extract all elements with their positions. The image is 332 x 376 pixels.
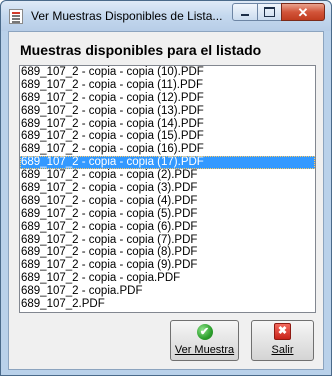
list-item[interactable]: 689_107_2.PDF	[20, 298, 315, 311]
close-icon: ✕	[297, 4, 309, 20]
list-item[interactable]: 689_107_2 - copia - copia (7).PDF	[20, 234, 315, 247]
window-title: Ver Muestras Disponibles de Lista...	[31, 9, 223, 23]
list-item[interactable]: 689_107_2 - copia - copia (16).PDF	[20, 143, 315, 156]
list-item[interactable]: 689_107_2 - copia - copia (6).PDF	[20, 221, 315, 234]
dialog-body: Muestras disponibles para el listado 689…	[8, 31, 324, 370]
list-item[interactable]: 689_107_2 - copia - copia (3).PDF	[20, 182, 315, 195]
list-item[interactable]: 689_107_2 - copia - copia (15).PDF	[20, 130, 315, 143]
list-item[interactable]: 689_107_2 - copia - copia (10).PDF	[20, 66, 315, 79]
samples-listbox[interactable]: 689_107_2 - copia - copia (10).PDF 689_10…	[19, 65, 316, 313]
dialog-window: Ver Muestras Disponibles de Lista... ✕ M…	[0, 0, 332, 376]
list-item[interactable]: 689_107_2 - copia - copia (5).PDF	[20, 208, 315, 221]
list-item[interactable]: 689_107_2 - copia.PDF	[20, 285, 315, 298]
exit-button[interactable]: ✖ Salir	[251, 320, 314, 361]
exit-label: Salir	[271, 344, 294, 356]
list-item[interactable]: 689_107_2 - copia - copia (9).PDF	[20, 259, 315, 272]
list-item[interactable]: 689_107_2 - copia - copia (14).PDF	[20, 118, 315, 131]
list-item[interactable]: 689_107_2 - copia - copia (17).PDF	[20, 156, 315, 170]
list-heading: Muestras disponibles para el listado	[20, 42, 262, 58]
close-button[interactable]: ✕	[281, 3, 325, 21]
title-bar[interactable]: Ver Muestras Disponibles de Lista... ✕	[1, 1, 331, 31]
list-item[interactable]: 689_107_2 - copia - copia.PDF	[20, 272, 315, 285]
minimize-button[interactable]	[232, 3, 258, 21]
maximize-button[interactable]	[257, 3, 282, 21]
list-item[interactable]: 689_107_2 - copia - copia (2).PDF	[20, 169, 315, 182]
view-sample-button[interactable]: ✔ Ver Muestra	[170, 320, 239, 361]
x-icon: ✖	[274, 323, 291, 340]
list-item[interactable]: 689_107_2 - copia - copia (13).PDF	[20, 105, 315, 118]
minimize-icon	[241, 14, 249, 16]
list-item[interactable]: 689_107_2 - copia - copia (4).PDF	[20, 195, 315, 208]
document-icon	[9, 9, 23, 24]
view-sample-label: Ver Muestra	[174, 344, 235, 356]
list-item[interactable]: 689_107_2 - copia - copia (8).PDF	[20, 246, 315, 259]
check-icon: ✔	[196, 324, 213, 340]
list-item[interactable]: 689_107_2 - copia - copia (12).PDF	[20, 92, 315, 105]
maximize-icon	[264, 7, 275, 17]
list-item[interactable]: 689_107_2 - copia - copia (11).PDF	[20, 79, 315, 92]
